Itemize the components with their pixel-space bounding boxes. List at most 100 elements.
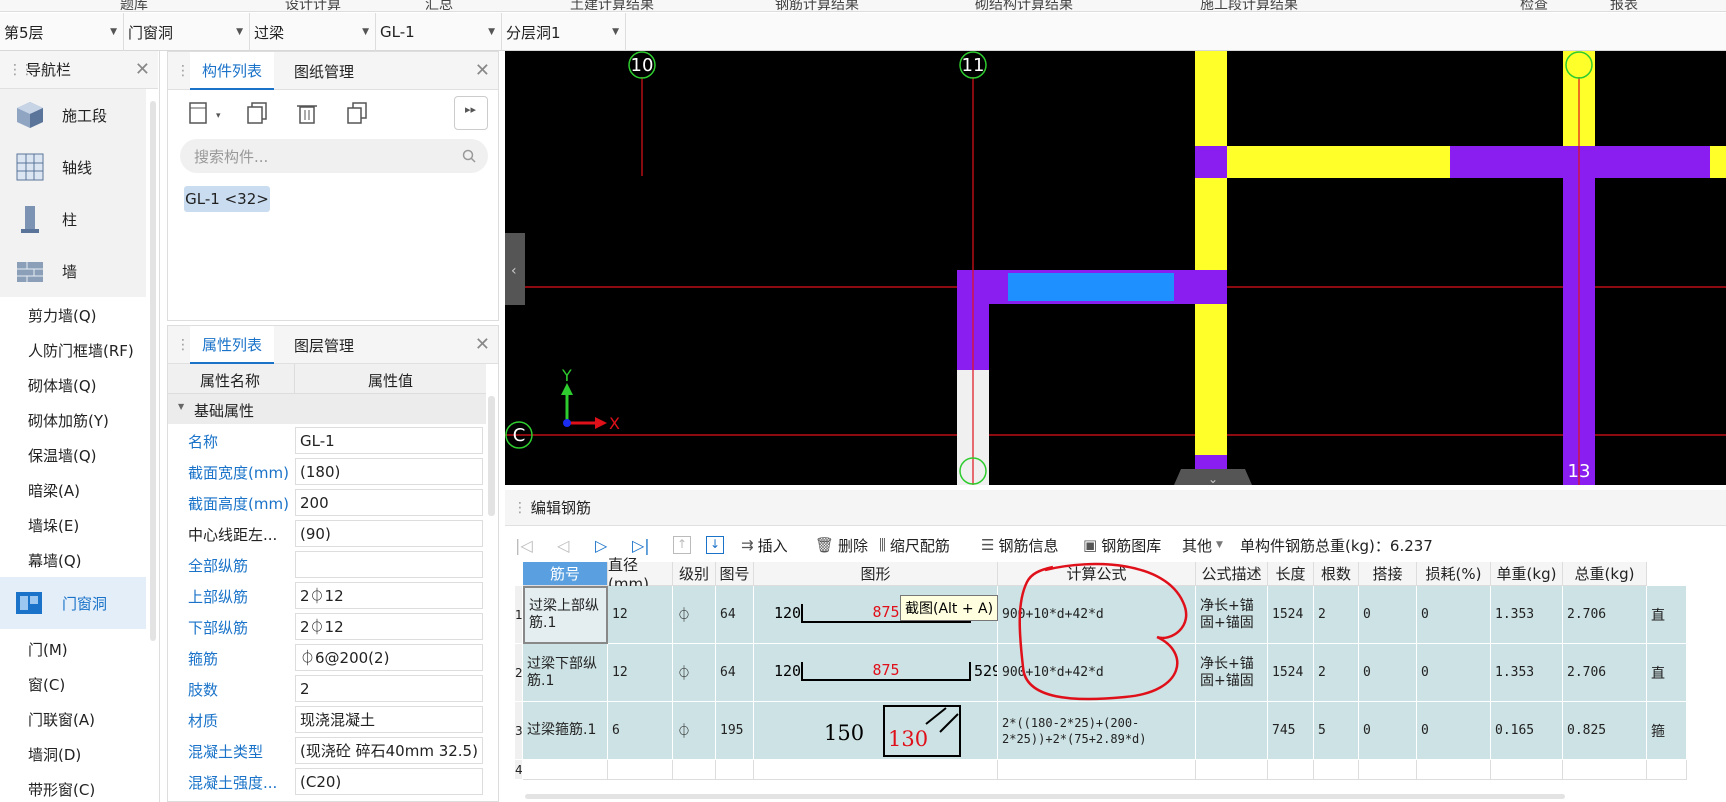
nav-item-curtain-wall[interactable]: 幕墙(Q): [28, 550, 82, 571]
close-icon[interactable]: ✕: [475, 60, 490, 81]
cell-fig[interactable]: 64: [716, 644, 754, 702]
menu-item[interactable]: 设计计算: [285, 0, 341, 11]
nav-item-wall[interactable]: 墙: [0, 245, 146, 297]
cell-len[interactable]: 1524: [1268, 644, 1314, 702]
menu-item[interactable]: 题库: [120, 0, 148, 11]
property-value-field[interactable]: 2⏀12: [295, 613, 483, 640]
menu-item[interactable]: 汇总: [425, 0, 453, 11]
nav-scrollbar[interactable]: [150, 101, 156, 641]
property-value-field[interactable]: 200: [295, 489, 483, 516]
cell-len[interactable]: 745: [1268, 702, 1314, 760]
menu-item[interactable]: 砌结构计算结果: [975, 0, 1073, 11]
drag-grip-icon[interactable]: ⋮⋮: [513, 500, 539, 516]
nav-item-shear-wall[interactable]: 剪力墙(Q): [28, 305, 97, 326]
column-header-shape[interactable]: 图形: [754, 562, 998, 586]
column-header-grade[interactable]: 级别: [673, 562, 716, 586]
type-select[interactable]: 过梁 ▼: [250, 13, 376, 51]
column-header-unit[interactable]: 单重(kg): [1491, 562, 1563, 586]
tab-property-list[interactable]: 属性列表: [190, 326, 275, 364]
cell-loss[interactable]: 0: [1417, 702, 1491, 760]
duplicate-button[interactable]: [340, 96, 374, 130]
cell-loss[interactable]: [1417, 760, 1491, 780]
cell-dia[interactable]: [608, 760, 673, 780]
cell-grade[interactable]: ⏀: [673, 702, 716, 760]
column-header-dia[interactable]: 直径(mm): [608, 556, 673, 593]
property-group-basic[interactable]: ▼ 基础属性: [168, 394, 486, 424]
insert-button[interactable]: ⇉ 插入: [741, 528, 788, 562]
cell-unit[interactable]: 0.165: [1491, 702, 1563, 760]
delete-button[interactable]: [290, 96, 324, 130]
rebar-library-button[interactable]: ▣ 钢筋图库: [1083, 528, 1161, 562]
property-value-field[interactable]: (C20): [295, 768, 483, 795]
lintel-gl1[interactable]: [1008, 273, 1174, 301]
floor-select[interactable]: 第5层 ▼: [0, 13, 124, 51]
copy-button[interactable]: [240, 96, 274, 130]
property-value-field[interactable]: [295, 551, 483, 578]
tab-layer-management[interactable]: 图层管理: [282, 326, 366, 364]
nav-item-wall-opening[interactable]: 墙洞(D): [28, 744, 81, 765]
prev-button[interactable]: ◁: [557, 528, 569, 562]
nav-item-door[interactable]: 门(M): [28, 639, 68, 660]
nav-item-hidden-beam[interactable]: 暗梁(A): [28, 480, 80, 501]
cell-count[interactable]: [1314, 760, 1359, 780]
cell-shape[interactable]: 120 875 529: [754, 644, 998, 702]
drag-grip-icon[interactable]: ⋮⋮: [8, 62, 34, 78]
nav-item-civil-defense-wall[interactable]: 人防门框墙(RF): [28, 340, 134, 361]
cell-dia[interactable]: 12: [608, 586, 673, 644]
column-header-loss[interactable]: 损耗(%): [1417, 562, 1491, 586]
next-button[interactable]: ▷: [595, 528, 607, 562]
property-value-field[interactable]: (90): [295, 520, 483, 547]
menu-item[interactable]: 施工段计算结果: [1200, 0, 1298, 11]
property-value-field[interactable]: 2: [295, 675, 483, 702]
cell-total[interactable]: 2.706: [1563, 586, 1647, 644]
cell-desc[interactable]: [1196, 702, 1268, 760]
column-header-desc[interactable]: 公式描述: [1196, 562, 1268, 586]
row-index[interactable]: 1: [515, 586, 523, 644]
row-index[interactable]: 4: [515, 760, 523, 780]
category-select[interactable]: 门窗洞 ▼: [124, 13, 250, 51]
drawing-canvas[interactable]: 10 11 13 C Y X ‹ ⌄: [505, 51, 1726, 485]
column-header-fig[interactable]: 图号: [716, 562, 754, 586]
nav-item-insulation-wall[interactable]: 保温墙(Q): [28, 445, 97, 466]
search-input[interactable]: 搜索构件...: [180, 139, 488, 173]
row-index[interactable]: 2: [515, 644, 523, 702]
nav-item-masonry-wall[interactable]: 砌体墙(Q): [28, 375, 97, 396]
more-button[interactable]: ▸▸: [454, 96, 488, 130]
scale-rebar-button[interactable]: ⫼ 缩尺配筋: [879, 528, 950, 562]
nav-item-construction-segment[interactable]: 施工段: [0, 89, 146, 141]
column-purple[interactable]: [1195, 146, 1227, 178]
property-scrollbar[interactable]: [488, 396, 495, 516]
drag-grip-icon[interactable]: ⋮⋮: [176, 337, 202, 353]
cell-total[interactable]: 0.825: [1563, 702, 1647, 760]
cell-total[interactable]: 2.706: [1563, 644, 1647, 702]
cell-shape[interactable]: [754, 760, 998, 780]
tab-drawing-management[interactable]: 图纸管理: [282, 52, 366, 90]
move-down-button[interactable]: ↓: [706, 528, 724, 562]
wall-yellow[interactable]: [1195, 51, 1227, 485]
cell-lap[interactable]: 0: [1359, 702, 1417, 760]
tab-component-list[interactable]: 构件列表: [190, 52, 275, 90]
column-header-lap[interactable]: 搭接: [1359, 562, 1417, 586]
cell-unit[interactable]: 1.353: [1491, 586, 1563, 644]
first-button[interactable]: |◁: [515, 528, 533, 562]
search-icon[interactable]: [462, 149, 476, 163]
cell-grade[interactable]: ⏀: [673, 586, 716, 644]
nav-item-door-window-combo[interactable]: 门联窗(A): [28, 709, 95, 730]
nav-item-door-window-opening[interactable]: 门窗洞: [0, 577, 146, 629]
cell-fig[interactable]: 64: [716, 586, 754, 644]
cell-dia[interactable]: 6: [608, 702, 673, 760]
cell-fig[interactable]: 195: [716, 702, 754, 760]
cell-len[interactable]: [1268, 760, 1314, 780]
property-value-field[interactable]: 2⏀12: [295, 582, 483, 609]
cell-grade[interactable]: [673, 760, 716, 780]
column-header-len[interactable]: 长度: [1268, 562, 1314, 586]
cell-loss[interactable]: 0: [1417, 644, 1491, 702]
cell-desc[interactable]: 净长+锚固+锚固: [1196, 586, 1268, 644]
nav-item-wall-pier[interactable]: 墙垛(E): [28, 515, 79, 536]
column-header-total[interactable]: 总重(kg): [1563, 562, 1647, 586]
cell-len[interactable]: 1524: [1268, 586, 1314, 644]
menu-item[interactable]: 检查: [1520, 0, 1548, 11]
wall-yellow[interactable]: [1710, 146, 1726, 178]
cell-extra[interactable]: [1647, 760, 1687, 780]
cell-total[interactable]: [1563, 760, 1647, 780]
